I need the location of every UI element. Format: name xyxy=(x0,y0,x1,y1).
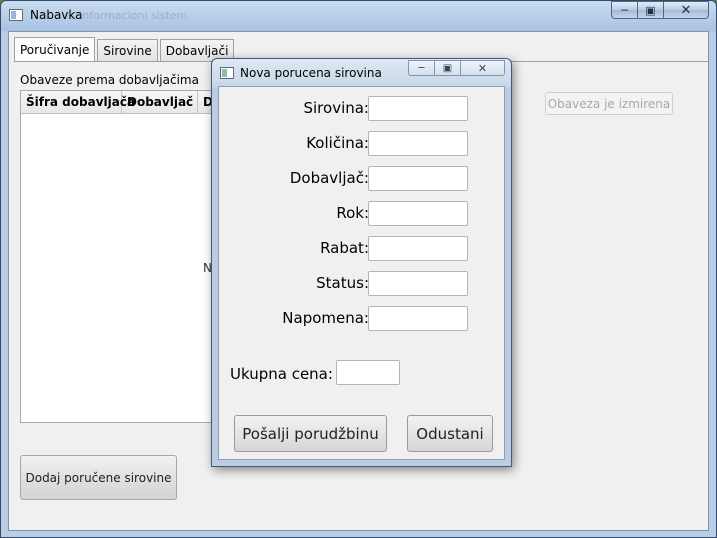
napomena-input[interactable] xyxy=(368,306,468,331)
total-price-field[interactable] xyxy=(336,360,400,385)
send-order-button[interactable]: Pošalji porudžbinu xyxy=(234,415,387,452)
close-icon: ✕ xyxy=(477,61,488,75)
sirovina-label: Sirovina: xyxy=(303,99,369,117)
form-row-kolicina: Količina: xyxy=(219,131,506,157)
maximize-button[interactable]: ▣ xyxy=(638,1,664,19)
status-label: Status: xyxy=(316,274,369,292)
minimize-icon: ─ xyxy=(621,3,628,17)
new-order-dialog: Nova porucena sirovina ─ ▣ ✕ Sirovina: K… xyxy=(211,58,512,467)
tab-porucivanje[interactable]: Poručivanje xyxy=(14,37,96,62)
caption-buttons: ─ ▣ ✕ xyxy=(611,1,709,19)
obligation-settled-button[interactable]: Obaveza je izmirena xyxy=(545,92,673,115)
maximize-icon: ▣ xyxy=(442,62,453,74)
cancel-button[interactable]: Odustani xyxy=(407,415,493,452)
minimize-button[interactable]: ─ xyxy=(611,1,638,19)
main-titlebar[interactable]: Nabavka Informacioni sistem ─ ▣ ✕ xyxy=(1,1,716,31)
rok-input[interactable] xyxy=(368,201,468,226)
table-header: Šifra dobavljača Dobavljač Da xyxy=(21,91,219,114)
dialog-close-button[interactable]: ✕ xyxy=(461,60,505,76)
dialog-title: Nova porucena sirovina xyxy=(240,66,382,80)
dialog-client-area: Sirovina: Količina: Dobavljač: Rok: Raba… xyxy=(218,86,505,460)
form-row-sirovina: Sirovina: xyxy=(219,96,506,122)
column-header-dobavljac[interactable]: Dobavljač xyxy=(122,91,198,113)
app-window-icon xyxy=(9,9,23,21)
obligations-table[interactable]: Šifra dobavljača Dobavljač Da N xyxy=(20,90,220,423)
kolicina-input[interactable] xyxy=(368,131,468,156)
total-price-label: Ukupna cena: xyxy=(230,365,333,383)
form-row-status: Status: xyxy=(219,271,506,297)
dobavljac-label: Dobavljač: xyxy=(289,169,369,187)
form-row-rok: Rok: xyxy=(219,201,506,227)
rabat-label: Rabat: xyxy=(320,239,369,257)
rok-label: Rok: xyxy=(336,204,369,222)
close-icon: ✕ xyxy=(680,2,692,18)
tab-sirovine[interactable]: Sirovine xyxy=(97,39,158,62)
dialog-caption-buttons: ─ ▣ ✕ xyxy=(408,60,505,76)
form-row-dobavljac: Dobavljač: xyxy=(219,166,506,192)
status-input[interactable] xyxy=(368,271,468,296)
minimize-icon: ─ xyxy=(418,62,425,74)
obligations-label: Obaveze prema dobavljačima xyxy=(20,73,199,87)
dialog-window-icon xyxy=(220,67,234,79)
dialog-maximize-button[interactable]: ▣ xyxy=(435,60,461,76)
close-button[interactable]: ✕ xyxy=(664,1,709,19)
window-title: Nabavka xyxy=(30,8,83,22)
form-row-napomena: Napomena: xyxy=(219,306,506,332)
add-ordered-materials-button[interactable]: Dodaj poručene sirovine xyxy=(20,455,177,500)
rabat-input[interactable] xyxy=(368,236,468,261)
dobavljac-input[interactable] xyxy=(368,166,468,191)
tab-strip: Poručivanje Sirovine Dobavljači xyxy=(14,37,236,62)
window-title-subtitle: Informacioni sistem xyxy=(79,9,188,22)
maximize-icon: ▣ xyxy=(645,3,656,17)
sirovina-input[interactable] xyxy=(368,96,468,121)
column-header-sifra[interactable]: Šifra dobavljača xyxy=(21,91,135,113)
napomena-label: Napomena: xyxy=(282,309,369,327)
dialog-minimize-button[interactable]: ─ xyxy=(408,60,435,76)
form-row-rabat: Rabat: xyxy=(219,236,506,262)
kolicina-label: Količina: xyxy=(306,134,369,152)
